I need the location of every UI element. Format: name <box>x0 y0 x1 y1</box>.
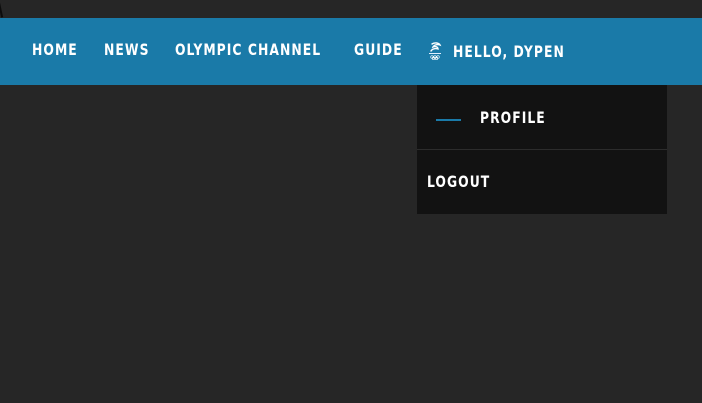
nav-guide-link[interactable]: GUIDE <box>354 40 403 59</box>
nav-news-link[interactable]: NEWS <box>104 40 150 59</box>
user-dropdown-menu: PROFILE LOGOUT <box>417 85 667 214</box>
user-menu-toggle[interactable]: HELLO, DYPEN <box>426 39 583 63</box>
active-indicator <box>436 119 461 121</box>
dropdown-item-profile-label: PROFILE <box>480 108 546 127</box>
olympic-emblem-icon <box>426 41 444 61</box>
top-strip <box>0 0 702 18</box>
dropdown-item-logout-label: LOGOUT <box>427 172 491 191</box>
user-greeting: HELLO, DYPEN <box>453 41 565 61</box>
nav-olympic-channel-link[interactable]: OLYMPIC CHANNEL <box>175 40 321 59</box>
nav-home-link[interactable]: HOME <box>32 40 78 59</box>
corner-mark <box>0 0 6 18</box>
main-navbar: HOME NEWS OLYMPIC CHANNEL GUIDE HELLO, D… <box>0 18 702 85</box>
dropdown-item-profile[interactable]: PROFILE <box>417 85 667 149</box>
dropdown-item-logout[interactable]: LOGOUT <box>417 150 667 214</box>
